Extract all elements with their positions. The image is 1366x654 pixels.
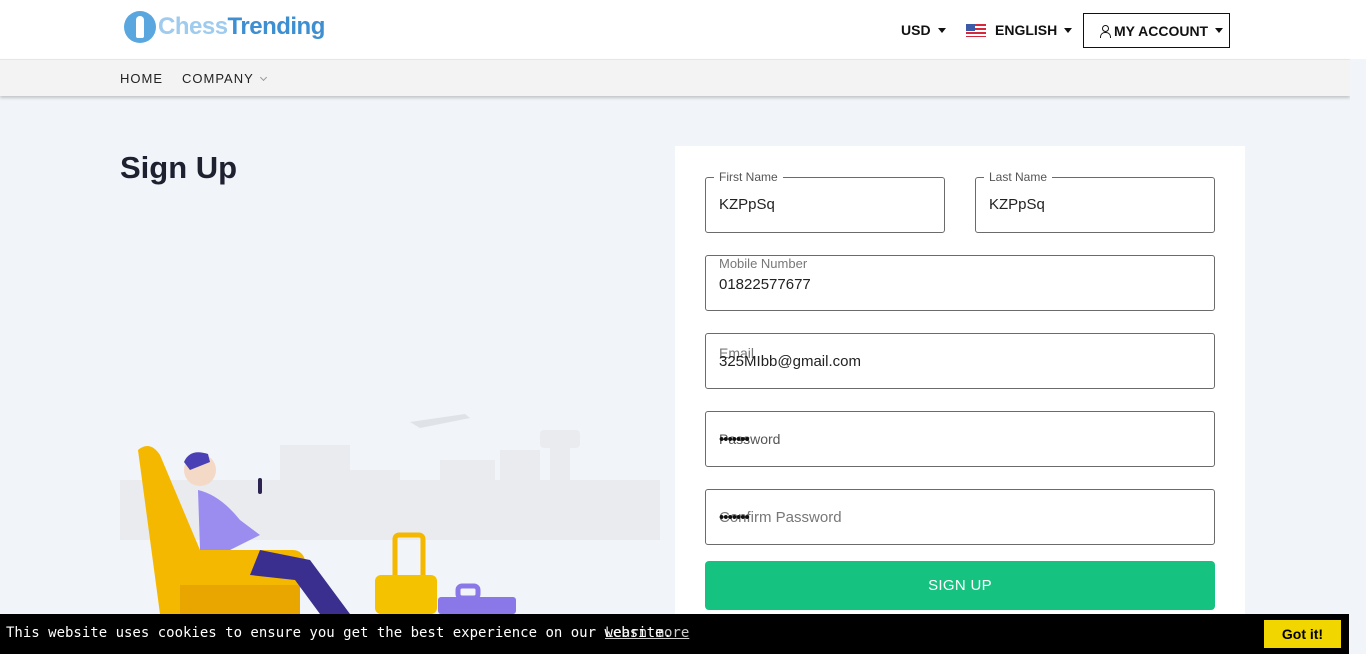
- last-name-value: KZPpSq: [989, 196, 1045, 213]
- first-name-field[interactable]: First Name KZPpSq: [705, 170, 945, 233]
- scrollbar[interactable]: [1350, 59, 1366, 614]
- caret-down-icon: [937, 27, 946, 33]
- top-header: ChessTrending USD ENGLISH MY ACCOUNT: [0, 0, 1366, 59]
- currency-label: USD: [901, 22, 931, 38]
- cookie-message: This website uses cookies to ensure you …: [6, 625, 672, 641]
- nav-company-link[interactable]: COMPANY: [182, 71, 267, 86]
- sign-up-button[interactable]: SIGN UP: [705, 561, 1215, 610]
- email-field[interactable]: Email 325MIbb@gmail.com: [705, 333, 1215, 389]
- mobile-number-value: 01822577677: [719, 276, 811, 293]
- confirm-password-value: •••••••: [719, 509, 750, 526]
- nav-home-link[interactable]: HOME: [120, 71, 163, 86]
- currency-dropdown[interactable]: USD: [901, 22, 946, 38]
- first-name-label: First Name: [714, 170, 783, 184]
- nav-company-label: COMPANY: [182, 71, 254, 86]
- logo-text-trending: Trending: [227, 13, 326, 40]
- user-icon: [1099, 24, 1111, 38]
- us-flag-icon: [966, 23, 986, 37]
- page-title: Sign Up: [120, 150, 238, 185]
- password-field[interactable]: Password •••••••: [705, 411, 1215, 467]
- first-name-value: KZPpSq: [719, 196, 775, 213]
- learn-more-link[interactable]: Learn more: [605, 625, 689, 641]
- chevron-down-icon: [259, 73, 267, 81]
- cookie-banner: This website uses cookies to ensure you …: [0, 614, 1349, 654]
- mobile-number-field[interactable]: Mobile Number 01822577677: [705, 255, 1215, 311]
- cookie-accept-button[interactable]: Got it!: [1264, 620, 1341, 648]
- my-account-button[interactable]: MY ACCOUNT: [1083, 13, 1230, 48]
- mobile-number-label: Mobile Number: [719, 256, 808, 271]
- site-logo[interactable]: ChessTrending: [124, 11, 325, 43]
- language-label: ENGLISH: [995, 22, 1058, 38]
- main-nav: HOME COMPANY: [0, 59, 1350, 96]
- caret-down-icon: [1215, 28, 1224, 33]
- travel-illustration: [120, 414, 660, 614]
- logo-text: ChessTrending: [158, 13, 325, 41]
- language-dropdown[interactable]: ENGLISH: [966, 22, 1073, 38]
- last-name-label: Last Name: [984, 170, 1053, 184]
- email-value: 325MIbb@gmail.com: [719, 353, 861, 370]
- last-name-field[interactable]: Last Name KZPpSq: [975, 170, 1215, 233]
- logo-text-chess: Chess: [158, 13, 228, 40]
- caret-down-icon: [1064, 27, 1073, 33]
- confirm-password-field[interactable]: Confirm Password •••••••: [705, 489, 1215, 545]
- my-account-label: MY ACCOUNT: [1114, 22, 1209, 39]
- password-value: •••••••: [719, 431, 750, 448]
- chess-pawn-icon: [124, 11, 156, 43]
